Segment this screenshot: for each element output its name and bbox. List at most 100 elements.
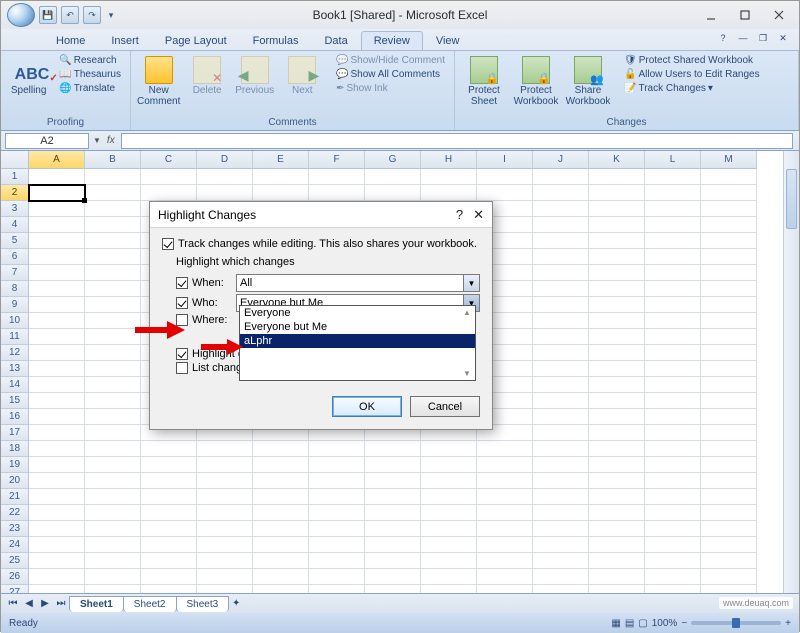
cell[interactable] — [253, 553, 309, 569]
spelling-button[interactable]: ABC✓ Spelling — [7, 54, 50, 96]
minimize-button[interactable] — [697, 6, 725, 24]
scrollbar-thumb[interactable] — [786, 169, 797, 229]
row-header[interactable]: 16 — [1, 409, 29, 425]
cell[interactable] — [29, 521, 85, 537]
cell[interactable] — [477, 553, 533, 569]
column-header[interactable]: H — [421, 151, 477, 169]
cell[interactable] — [197, 185, 253, 201]
cell[interactable] — [253, 569, 309, 585]
cell[interactable] — [645, 185, 701, 201]
cell[interactable] — [197, 169, 253, 185]
row-header[interactable]: 25 — [1, 553, 29, 569]
cell[interactable] — [701, 265, 757, 281]
cell[interactable] — [533, 169, 589, 185]
tab-page-layout[interactable]: Page Layout — [152, 31, 240, 50]
tab-data[interactable]: Data — [311, 31, 360, 50]
cell[interactable] — [533, 313, 589, 329]
zoom-level[interactable]: 100% — [652, 618, 678, 629]
sheet-nav-next[interactable]: ▶ — [37, 597, 53, 611]
cell[interactable] — [309, 441, 365, 457]
protect-sheet-button[interactable]: 🔒 Protect Sheet — [461, 54, 507, 107]
cell[interactable] — [645, 553, 701, 569]
row-header[interactable]: 2 — [1, 185, 29, 201]
cell[interactable] — [309, 553, 365, 569]
row-header[interactable]: 11 — [1, 329, 29, 345]
cell[interactable] — [589, 249, 645, 265]
who-checkbox[interactable] — [176, 297, 188, 309]
cell[interactable] — [421, 537, 477, 553]
cell[interactable] — [253, 489, 309, 505]
cell[interactable] — [29, 185, 85, 201]
row-header[interactable]: 3 — [1, 201, 29, 217]
cell[interactable] — [141, 505, 197, 521]
cell[interactable] — [29, 233, 85, 249]
row-header[interactable]: 7 — [1, 265, 29, 281]
cell[interactable] — [85, 409, 141, 425]
cell[interactable] — [141, 521, 197, 537]
cell[interactable] — [533, 505, 589, 521]
cell[interactable] — [589, 457, 645, 473]
cell[interactable] — [533, 361, 589, 377]
row-header[interactable]: 1 — [1, 169, 29, 185]
row-header[interactable]: 14 — [1, 377, 29, 393]
cell[interactable] — [701, 281, 757, 297]
cell[interactable] — [365, 569, 421, 585]
cell[interactable] — [533, 249, 589, 265]
cell[interactable] — [645, 329, 701, 345]
cell[interactable] — [533, 409, 589, 425]
who-dropdown-list[interactable]: Everyone Everyone but Me aLphr ▲ ▼ — [239, 305, 476, 381]
cell[interactable] — [645, 473, 701, 489]
cell[interactable] — [533, 265, 589, 281]
cell[interactable] — [701, 201, 757, 217]
cell[interactable] — [309, 505, 365, 521]
column-header[interactable]: D — [197, 151, 253, 169]
cell[interactable] — [309, 473, 365, 489]
cell[interactable] — [645, 297, 701, 313]
cell[interactable] — [533, 281, 589, 297]
cell[interactable] — [253, 585, 309, 593]
name-box[interactable]: A2 — [5, 133, 89, 149]
row-header[interactable]: 18 — [1, 441, 29, 457]
zoom-in-button[interactable]: + — [785, 618, 791, 629]
cell[interactable] — [197, 585, 253, 593]
sheet-tab-2[interactable]: Sheet2 — [123, 596, 177, 612]
cell[interactable] — [477, 169, 533, 185]
cell[interactable] — [421, 505, 477, 521]
cell[interactable] — [645, 361, 701, 377]
cell[interactable] — [701, 233, 757, 249]
research-button[interactable]: 🔍Research — [56, 54, 124, 67]
row-header[interactable]: 5 — [1, 233, 29, 249]
cell[interactable] — [85, 393, 141, 409]
cell[interactable] — [533, 345, 589, 361]
cell[interactable] — [365, 473, 421, 489]
cell[interactable] — [701, 313, 757, 329]
cell[interactable] — [645, 265, 701, 281]
cell[interactable] — [645, 249, 701, 265]
cell[interactable] — [645, 585, 701, 593]
cell[interactable] — [365, 521, 421, 537]
cell[interactable] — [589, 201, 645, 217]
cell[interactable] — [29, 473, 85, 489]
cell[interactable] — [701, 377, 757, 393]
cell[interactable] — [309, 537, 365, 553]
cell[interactable] — [141, 537, 197, 553]
cell[interactable] — [85, 233, 141, 249]
cell[interactable] — [29, 505, 85, 521]
column-header[interactable]: J — [533, 151, 589, 169]
sheet-nav-first[interactable]: ⏮ — [5, 597, 21, 611]
cell[interactable] — [589, 345, 645, 361]
cell[interactable] — [85, 505, 141, 521]
row-header[interactable]: 12 — [1, 345, 29, 361]
cell[interactable] — [645, 537, 701, 553]
cell[interactable] — [197, 569, 253, 585]
cell[interactable] — [85, 249, 141, 265]
view-normal-icon[interactable]: ▦ — [611, 618, 620, 629]
dialog-close-button[interactable]: ✕ — [473, 207, 484, 223]
cell[interactable] — [421, 569, 477, 585]
cell[interactable] — [701, 345, 757, 361]
cell[interactable] — [645, 233, 701, 249]
formula-bar[interactable] — [121, 133, 793, 149]
cell[interactable] — [477, 185, 533, 201]
cell[interactable] — [197, 553, 253, 569]
cell[interactable] — [253, 169, 309, 185]
